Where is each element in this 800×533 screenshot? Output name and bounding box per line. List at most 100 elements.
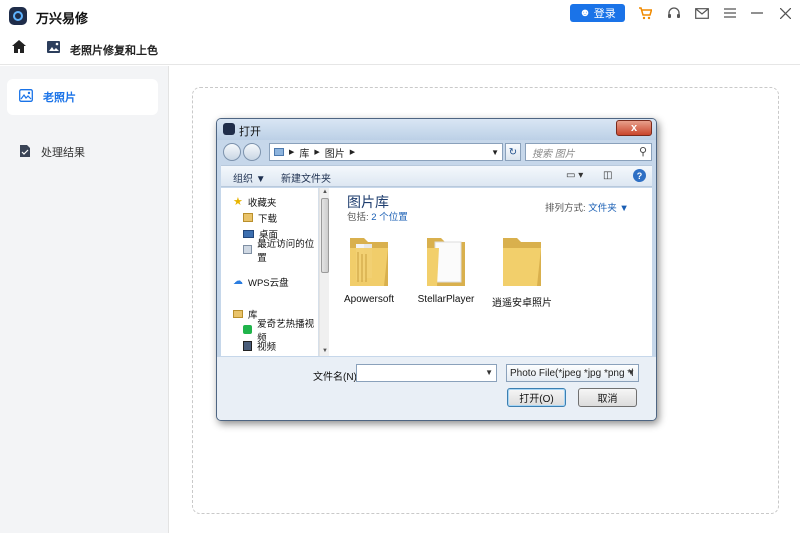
sidebar-item-old-photos[interactable]: 老照片: [7, 79, 158, 115]
nav-item-libraries[interactable]: 库: [233, 306, 258, 321]
address-bar[interactable]: ▶ 库 ▶ 图片 ▶ ▼: [269, 143, 503, 161]
nav-item-iqiyi[interactable]: 爱奇艺热播视频: [243, 319, 318, 344]
breadcrumb-sep-icon: ▶: [314, 149, 320, 156]
nav-item-downloads[interactable]: 下载: [243, 210, 277, 225]
app-title: 万兴易修: [36, 11, 89, 26]
photo-icon: [46, 40, 62, 56]
file-list-pane: 图片库 包括: 2 个位置 排列方式: 文件夹 ▼ Apowersoft Ste…: [329, 188, 652, 356]
sidebar-item-label: 老照片: [43, 92, 76, 104]
new-folder-button[interactable]: 新建文件夹: [281, 170, 331, 185]
breadcrumb-library[interactable]: 库: [299, 145, 309, 160]
back-button[interactable]: [223, 143, 241, 161]
forward-button[interactable]: [243, 143, 261, 161]
menu-icon[interactable]: [721, 4, 739, 22]
breadcrumb-sep-icon: ▶: [349, 149, 356, 156]
preview-pane-icon[interactable]: ◫: [603, 170, 612, 181]
address-row: ▶ 库 ▶ 图片 ▶ ▼ ↻ 搜索 图片 ⚲: [221, 141, 652, 163]
scroll-thumb[interactable]: [321, 198, 329, 273]
filetype-value: Photo File(*jpeg *jpg *png *l: [510, 367, 634, 379]
arrange-dropdown[interactable]: 文件夹 ▼: [588, 203, 629, 214]
folder-item[interactable]: Apowersoft: [334, 230, 404, 305]
dialog-app-icon: [223, 123, 235, 135]
organize-button[interactable]: 组织 ▼: [233, 170, 266, 185]
search-placeholder: 搜索 图片: [532, 148, 575, 160]
navigation-pane: ★ 收藏夹 下载 桌面 最近访问的位置 ☁ WPS云盘 库 爱奇艺热播视频 视频: [221, 188, 319, 356]
video-library-icon: [243, 340, 252, 351]
search-input[interactable]: 搜索 图片 ⚲: [525, 143, 652, 161]
folder-label: StellarPlayer: [417, 294, 475, 305]
filename-label: 文件名(N):: [313, 372, 360, 383]
arrange-label: 排列方式:: [545, 203, 586, 214]
library-icon: [233, 309, 243, 318]
help-icon[interactable]: ?: [633, 169, 646, 182]
view-options-icon[interactable]: ▭ ▾: [566, 170, 583, 181]
library-sub-prefix: 包括:: [347, 212, 369, 223]
search-icon: ⚲: [638, 146, 647, 158]
dialog-toolbar: 组织 ▼ 新建文件夹 ▭ ▾ ◫ ?: [221, 165, 652, 187]
iqiyi-icon: [243, 325, 253, 334]
library-small-icon: [274, 148, 284, 156]
folder-label: Apowersoft: [343, 294, 395, 305]
arrange-by: 排列方式: 文件夹 ▼: [545, 200, 629, 214]
folder-icon: [427, 238, 465, 286]
dialog-bottom-bar: 文件名(N): ▼ Photo File(*jpeg *jpg *png *l …: [217, 357, 656, 420]
folder-item[interactable]: StellarPlayer: [411, 230, 481, 305]
folder-icon: [350, 238, 388, 286]
sidebar-item-label: 处理结果: [41, 147, 85, 159]
close-icon[interactable]: [776, 4, 794, 22]
library-locations-link[interactable]: 2 个位置: [371, 212, 407, 223]
download-folder-icon: [243, 213, 253, 222]
dialog-close-button[interactable]: x: [616, 120, 652, 136]
breadcrumb-sep-icon: ▶: [289, 149, 295, 156]
user-icon: ☻: [579, 7, 591, 19]
sidebar-item-results[interactable]: 处理结果: [7, 134, 158, 170]
nav-item-label: WPS云盘: [248, 277, 289, 289]
nav-item-videos[interactable]: 视频: [243, 338, 276, 353]
library-subtitle: 包括: 2 个位置: [347, 209, 408, 223]
breadcrumb-pictures[interactable]: 图片: [325, 145, 345, 160]
nav-item-label: 视频: [257, 341, 277, 353]
cloud-icon: ☁: [233, 276, 243, 287]
filename-field[interactable]: ▼: [356, 364, 497, 382]
cancel-button-label: 取消: [597, 394, 618, 405]
cart-icon[interactable]: [636, 4, 654, 22]
title-bar: 万兴易修 ☻ 登录: [0, 0, 800, 32]
chevron-down-icon[interactable]: ▼: [627, 368, 635, 377]
dialog-close-label: x: [630, 122, 638, 134]
headset-icon[interactable]: [665, 4, 683, 22]
nav-item-favorites[interactable]: ★ 收藏夹: [233, 194, 276, 209]
open-button[interactable]: 打开(O): [507, 388, 566, 407]
image-icon: [19, 89, 33, 105]
dialog-content: ★ 收藏夹 下载 桌面 最近访问的位置 ☁ WPS云盘 库 爱奇艺热播视频 视频…: [221, 188, 652, 356]
folder-icon: [503, 238, 541, 286]
nav-item-recent[interactable]: 最近访问的位置: [243, 239, 318, 264]
dialog-title: 打开: [239, 126, 261, 138]
cancel-button[interactable]: 取消: [578, 388, 637, 407]
nav-item-label: 库: [248, 309, 258, 321]
filetype-select[interactable]: Photo File(*jpeg *jpg *png *l ▼: [506, 364, 639, 382]
sidebar: 老照片 处理结果: [0, 66, 169, 533]
home-icon[interactable]: [11, 39, 29, 57]
nav-scrollbar[interactable]: ▲ ▼: [319, 188, 329, 356]
open-button-label: 打开(O): [519, 394, 554, 405]
nav-item-wps-cloud[interactable]: ☁ WPS云盘: [233, 274, 289, 289]
open-file-dialog: 打开 x ▶ 库 ▶ 图片 ▶ ▼ ↻ 搜索 图片 ⚲ 组织 ▼ 新建文件夹 ▭…: [216, 118, 657, 421]
refresh-icon[interactable]: ↻: [505, 143, 521, 161]
folder-item[interactable]: 逍遥安卓照片: [487, 230, 557, 309]
nav-item-label: 最近访问的位置: [257, 238, 315, 264]
login-label: 登录: [593, 8, 616, 20]
recent-places-icon: [243, 245, 253, 254]
star-icon: ★: [233, 196, 243, 208]
dialog-title-bar: 打开 x: [217, 119, 656, 140]
page-title: 老照片修复和上色: [70, 45, 158, 57]
chevron-down-icon[interactable]: ▼: [491, 148, 499, 157]
login-button[interactable]: ☻ 登录: [570, 4, 625, 22]
minimize-icon[interactable]: [748, 4, 766, 22]
folder-label: 逍遥安卓照片: [492, 298, 552, 309]
nav-item-label: 收藏夹: [247, 197, 277, 209]
mail-icon[interactable]: [693, 4, 711, 22]
nav-bar: 老照片修复和上色: [0, 32, 800, 65]
chevron-down-icon[interactable]: ▼: [485, 368, 493, 377]
nav-item-label: 下载: [258, 213, 278, 225]
app-logo-icon: [9, 7, 27, 25]
